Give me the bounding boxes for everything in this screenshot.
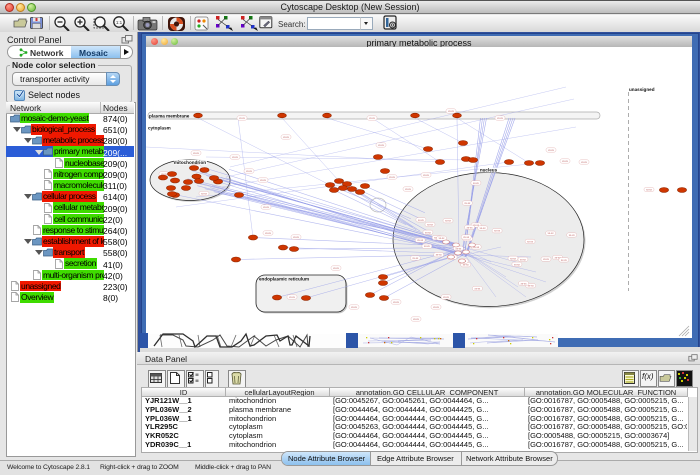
svg-text:xx-xx: xx-xx [463, 236, 470, 239]
svg-text:xx-xx: xx-xx [520, 258, 527, 261]
svg-text:xx-xx: xx-xx [393, 301, 400, 304]
svg-text:xx-xx: xx-xx [548, 149, 555, 152]
svg-text:xx-xx: xx-xx [424, 245, 431, 248]
svg-text:xx-xx: xx-xx [514, 263, 521, 266]
svg-text:xx-xx: xx-xx [445, 220, 452, 223]
svg-text:xx-xx: xx-xx [443, 296, 450, 299]
svg-text:xx-xx: xx-xx [201, 193, 208, 196]
svg-text:xx-xx: xx-xx [569, 234, 576, 237]
svg-text:xx-xx: xx-xx [283, 136, 290, 139]
svg-text:endoplasmic reticulum: endoplasmic reticulum [259, 277, 309, 282]
svg-text:xx-xx: xx-xx [436, 254, 443, 257]
svg-text:xx-xx: xx-xx [562, 160, 569, 163]
svg-text:xx-xx: xx-xx [448, 110, 455, 113]
svg-text:xx-xx: xx-xx [561, 259, 568, 262]
svg-text:xx-xx: xx-xx [423, 174, 430, 177]
svg-text:xx-xx: xx-xx [480, 227, 487, 230]
svg-text:xx-xx: xx-xx [265, 232, 272, 235]
svg-text:xx-xx: xx-xx [289, 296, 296, 299]
svg-text:xx-xx: xx-xx [193, 152, 200, 155]
svg-text:xx-xx: xx-xx [543, 258, 550, 261]
svg-text:xx-xx: xx-xx [369, 117, 376, 120]
svg-text:xx-xx: xx-xx [439, 237, 446, 240]
svg-text:1:1: 1:1 [116, 20, 123, 25]
svg-text:xx-xx: xx-xx [527, 240, 534, 243]
svg-text:plasma membrane: plasma membrane [149, 114, 190, 119]
svg-text:xx-xx: xx-xx [333, 267, 340, 270]
svg-text:xx-xx: xx-xx [413, 318, 420, 321]
svg-text:xx-xx: xx-xx [293, 236, 300, 239]
svg-text:xx-xx: xx-xx [389, 176, 396, 179]
svg-text:xx-xx: xx-xx [581, 161, 588, 164]
svg-text:xx-xx: xx-xx [263, 206, 270, 209]
svg-text:xx-xx: xx-xx [494, 230, 501, 233]
svg-text:xx-xx: xx-xx [433, 306, 440, 309]
svg-text:xx-xx: xx-xx [510, 257, 517, 260]
svg-text:xx-xx: xx-xx [246, 170, 253, 173]
svg-text:xx-xx: xx-xx [521, 282, 528, 285]
svg-text:xx-xx: xx-xx [497, 117, 504, 120]
svg-text:xx-xx: xx-xx [378, 144, 385, 147]
svg-text:xx-xx: xx-xx [239, 117, 246, 120]
svg-text:xx-xx: xx-xx [417, 239, 424, 242]
svg-text:xx-xx: xx-xx [463, 264, 470, 267]
svg-text:mitochondrion: mitochondrion [174, 160, 206, 165]
svg-text:xx-xx: xx-xx [528, 285, 535, 288]
svg-text:xx-xx: xx-xx [351, 306, 358, 309]
svg-text:xx-xx: xx-xx [473, 182, 480, 185]
svg-text:xx-xx: xx-xx [418, 219, 425, 222]
svg-text:xx-xx: xx-xx [427, 223, 434, 226]
svg-text:xx-xx: xx-xx [232, 156, 239, 159]
svg-text:nucleus: nucleus [480, 168, 498, 173]
svg-text:xx-xx: xx-xx [412, 257, 419, 260]
svg-text:xx-xx: xx-xx [646, 189, 653, 192]
svg-text:unassigned: unassigned [629, 87, 655, 92]
svg-text:cytoplasm: cytoplasm [148, 126, 171, 131]
svg-text:xx-xx: xx-xx [260, 179, 267, 182]
svg-text:xx-xx: xx-xx [464, 202, 471, 205]
svg-text:xx-xx: xx-xx [405, 188, 412, 191]
svg-text:xx-xx: xx-xx [474, 288, 481, 291]
svg-text:xx-xx: xx-xx [467, 226, 474, 229]
svg-text:xx-xx: xx-xx [548, 232, 555, 235]
svg-text:xx-xx: xx-xx [425, 231, 432, 234]
svg-text:xx-xx: xx-xx [455, 247, 462, 250]
